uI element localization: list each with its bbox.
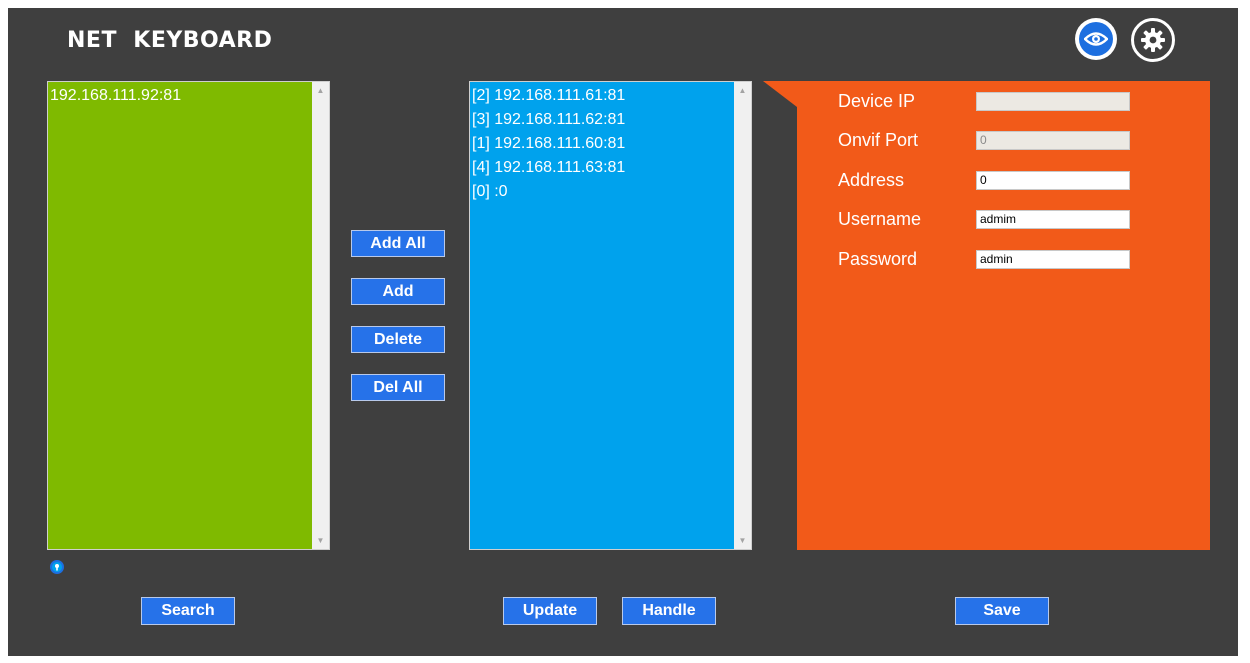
- gear-icon-glyph: [1141, 28, 1165, 52]
- list-item[interactable]: [4] 192.168.111.63:81: [472, 156, 731, 180]
- add-all-button[interactable]: Add All: [351, 230, 445, 257]
- found-devices-scrollbar[interactable]: ▲ ▼: [312, 82, 329, 549]
- list-item[interactable]: 192.168.111.92:81: [50, 84, 309, 108]
- app-title: NET KEYBOARD: [67, 28, 273, 53]
- password-field[interactable]: admin: [976, 250, 1130, 269]
- search-button[interactable]: Search: [141, 597, 235, 625]
- scroll-up-icon[interactable]: ▲: [312, 82, 329, 99]
- device-settings-panel: [763, 81, 1210, 550]
- address-field[interactable]: 0: [976, 171, 1130, 190]
- list-item[interactable]: [0] :0: [472, 180, 731, 204]
- address-label: Address: [838, 170, 905, 190]
- delete-button[interactable]: Delete: [351, 326, 445, 353]
- onvif-port-label: Onvif Port: [838, 130, 919, 150]
- add-button[interactable]: Add: [351, 278, 445, 305]
- info-icon[interactable]: [50, 560, 64, 574]
- username-label: Username: [838, 209, 922, 229]
- added-devices-list[interactable]: [2] 192.168.111.61:81 [3] 192.168.111.62…: [469, 81, 752, 550]
- scroll-down-icon[interactable]: ▼: [734, 532, 751, 549]
- info-icon-glyph: [55, 564, 59, 571]
- eye-icon[interactable]: [1075, 18, 1117, 60]
- list-item[interactable]: [1] 192.168.111.60:81: [472, 132, 731, 156]
- scroll-up-icon[interactable]: ▲: [734, 82, 751, 99]
- found-devices-list[interactable]: 192.168.111.92:81 ▲ ▼: [47, 81, 330, 550]
- found-devices-items: 192.168.111.92:81: [50, 84, 309, 547]
- scroll-down-icon[interactable]: ▼: [312, 532, 329, 549]
- eye-icon-glyph: [1084, 32, 1108, 46]
- del-all-button[interactable]: Del All: [351, 374, 445, 401]
- added-devices-scrollbar[interactable]: ▲ ▼: [734, 82, 751, 549]
- device-ip-field[interactable]: [976, 92, 1130, 111]
- list-item[interactable]: [2] 192.168.111.61:81: [472, 84, 731, 108]
- device-ip-label: Device IP: [838, 91, 916, 111]
- update-button[interactable]: Update: [503, 597, 597, 625]
- list-item[interactable]: [3] 192.168.111.62:81: [472, 108, 731, 132]
- onvif-port-field[interactable]: 0: [976, 131, 1130, 150]
- gear-icon[interactable]: [1131, 18, 1175, 62]
- password-label: Password: [838, 249, 918, 269]
- save-button[interactable]: Save: [955, 597, 1049, 625]
- handle-button[interactable]: Handle: [622, 597, 716, 625]
- eye-icon-ring: [1079, 22, 1113, 56]
- username-field[interactable]: admim: [976, 210, 1130, 229]
- added-devices-items: [2] 192.168.111.61:81 [3] 192.168.111.62…: [472, 84, 731, 547]
